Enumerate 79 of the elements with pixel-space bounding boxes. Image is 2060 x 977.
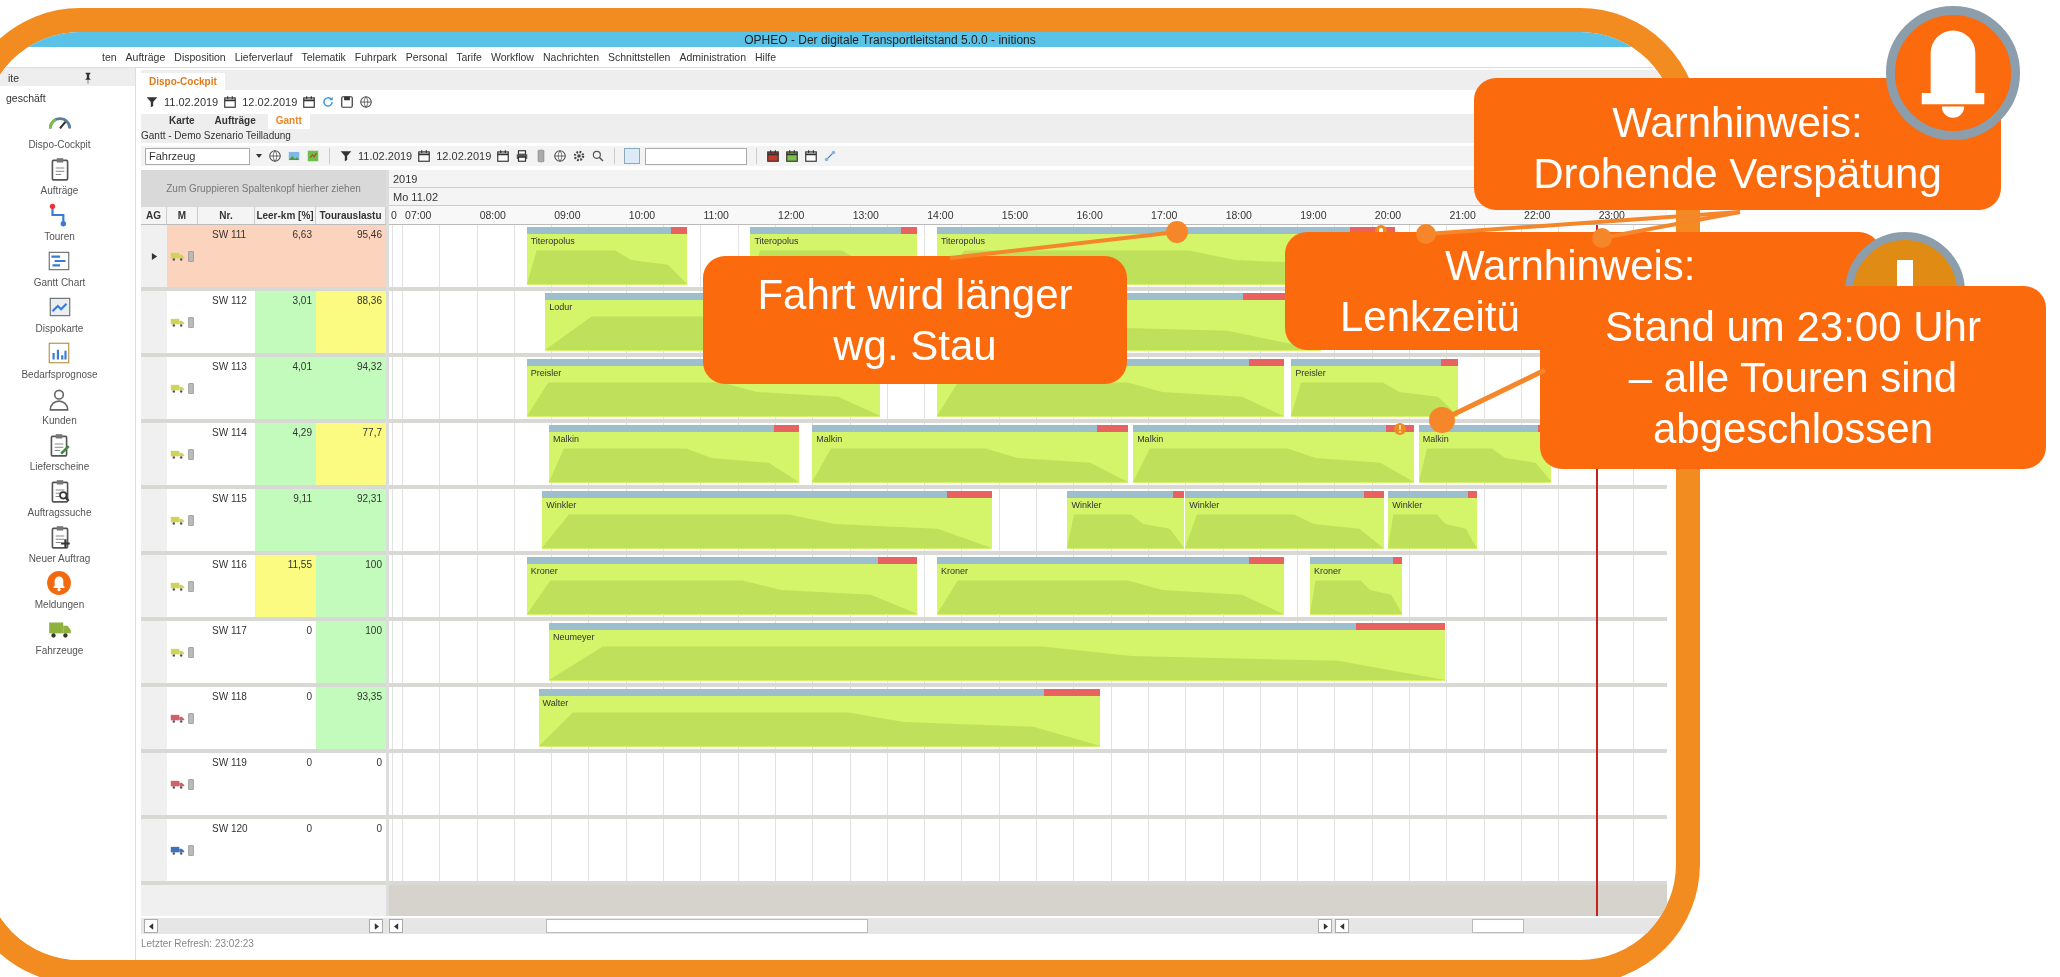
driver-label: Titeropolus [754, 236, 799, 246]
driver-label: Kroner [940, 566, 968, 576]
driver-label: Neumeyer [553, 632, 595, 642]
hour-label: 19:00 [1300, 209, 1327, 221]
driver-label: Preisler [1295, 368, 1326, 378]
group-hint: Zum Gruppieren Spaltenkopf hierher ziehen [166, 183, 361, 194]
table-cell: 3,01 [255, 291, 316, 353]
driver-label: Titeropolus [940, 236, 986, 246]
table-cell-text: SW 116 [211, 558, 248, 572]
callout-text: – alle Touren sind [1628, 352, 1958, 403]
driver-label: Lodur [549, 302, 573, 312]
table-cell-text: 0 [305, 624, 313, 638]
table-cell-text: SW 119 [211, 756, 248, 770]
hour-label: 14:00 [927, 209, 954, 221]
callout-text: Warnhinweis: [1445, 240, 1696, 291]
table-cell: 4,01 [255, 357, 316, 419]
callout-text: Drohende Verspätung [1533, 149, 1942, 199]
day-label: Mo 11.02 [393, 190, 439, 203]
table-cell-text: 95,46 [355, 228, 383, 242]
table-cell: 4,29 [255, 423, 316, 485]
table-cell: 100 [316, 621, 386, 683]
driver-label: Titeropolus [530, 236, 575, 246]
table-cell-text: 0 [305, 756, 313, 770]
driver-label: Malkin [1137, 434, 1164, 444]
table-cell-text: SW 117 [211, 624, 248, 638]
hour-label: 16:00 [1076, 209, 1103, 221]
callout-text: abgeschlossen [1652, 404, 1934, 455]
hour-label: 21:00 [1449, 209, 1476, 221]
table-cell-text: 6,63 [291, 228, 313, 242]
sidebar-header: ite [8, 72, 20, 84]
table-cell: 93,35 [316, 687, 386, 749]
driver-label: Winkler [1392, 500, 1423, 510]
driver-label: Preisler [530, 368, 562, 378]
table-cell: 11,55 [255, 555, 316, 617]
driver-label: Winkler [1189, 500, 1220, 510]
table-cell-text: 0 [375, 822, 383, 836]
table-cell-text: SW 111 [211, 228, 248, 242]
table-cell: 9,11 [255, 489, 316, 551]
driver-label: Winkler [1071, 500, 1102, 510]
driver-label: Kroner [530, 566, 558, 576]
table-cell-text: SW 112 [211, 294, 248, 308]
table-cell-text: 0 [375, 756, 383, 770]
driver-label: Walter [542, 698, 569, 708]
callout-text: Lenkzeitü [1340, 292, 1520, 342]
hour-label: 13:00 [852, 209, 879, 221]
hour-label: 07:00 [405, 209, 432, 221]
status-text: Letzter Refresh: 23:02:23 [141, 938, 255, 949]
driver-label: Winkler [546, 500, 577, 510]
table-cell-text: SW 114 [211, 426, 248, 440]
callout-text: Stand um 23:00 Uhr [1605, 301, 1981, 352]
hour-label: 18:00 [1225, 209, 1252, 221]
driver-label: Malkin [816, 434, 843, 444]
table-cell-text: SW 118 [211, 690, 248, 704]
driver-label: Kroner [1313, 566, 1341, 576]
hour-label: 23:00 [1598, 209, 1625, 221]
hour-label: 12:00 [778, 209, 805, 221]
table-cell-text: SW 115 [211, 492, 248, 506]
table-cell: 100 [316, 555, 386, 617]
hour-label: 20:00 [1374, 209, 1402, 221]
hour-label: 08:00 [479, 209, 506, 221]
hour-label: 10:00 [628, 209, 656, 221]
table-cell-text: 0 [305, 822, 313, 836]
window-title: OPHEO - Der digitale Transportleitstand 5.0.0 - initions [744, 32, 1036, 47]
table-cell-text: SW 120 [211, 822, 249, 836]
driver-label: Malkin [1422, 434, 1449, 444]
table-cell: 77,7 [316, 423, 386, 485]
table-cell: 88,36 [316, 291, 386, 353]
hour-label: 11:00 [703, 209, 729, 221]
driver-label: Malkin [553, 434, 580, 444]
hour-label: 0 [391, 209, 397, 221]
year-label: 2019 [393, 172, 418, 185]
table-cell-text: 0 [305, 690, 313, 704]
hour-label: 17:00 [1151, 209, 1178, 221]
hour-label: 15:00 [1001, 209, 1029, 221]
hour-label: 22:00 [1524, 209, 1551, 221]
table-cell: 92,31 [316, 489, 386, 551]
table-cell: 94,32 [316, 357, 386, 419]
table-cell-text: SW 113 [211, 360, 248, 374]
hour-label: 09:00 [554, 209, 581, 221]
